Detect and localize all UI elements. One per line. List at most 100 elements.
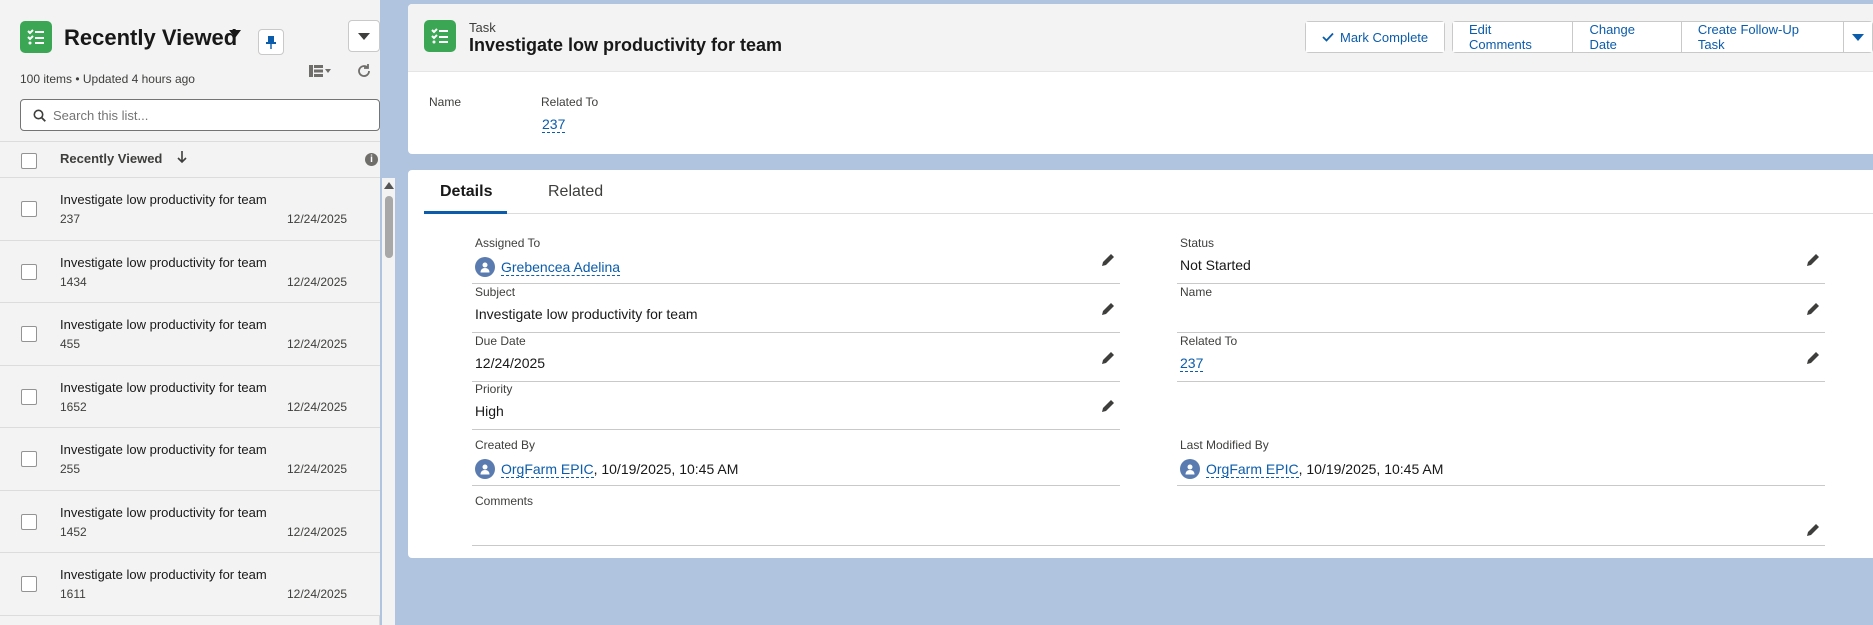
- search-input[interactable]: [53, 100, 373, 130]
- active-tab-indicator: [424, 211, 507, 214]
- field-value: Not Started: [1180, 257, 1251, 273]
- mark-complete-label: Mark Complete: [1340, 29, 1429, 45]
- row-title[interactable]: Investigate low productivity for team: [60, 317, 267, 332]
- row-checkbox[interactable]: [21, 201, 37, 217]
- scroll-up-arrow-icon[interactable]: [384, 182, 394, 189]
- table-view-icon: [309, 65, 323, 77]
- field-comments: Comments: [472, 494, 1825, 546]
- highlight-related-link[interactable]: 237: [542, 116, 566, 133]
- row-title[interactable]: Investigate low productivity for team: [60, 255, 267, 270]
- row-title[interactable]: Investigate low productivity for team: [60, 567, 267, 582]
- field-label: Last Modified By: [1180, 438, 1269, 452]
- change-date-button[interactable]: Change Date: [1573, 22, 1682, 52]
- created-by-timestamp: , 10/19/2025, 10:45 AM: [593, 461, 739, 477]
- refresh-icon[interactable]: [356, 63, 372, 79]
- field-label: Created By: [475, 438, 536, 452]
- row-title[interactable]: Investigate low productivity for team: [60, 192, 267, 207]
- row-checkbox[interactable]: [21, 263, 37, 280]
- edit-pencil-icon[interactable]: [1805, 350, 1821, 366]
- field-label: Due Date: [475, 334, 526, 348]
- field-assigned-to: Assigned To Grebencea Adelina: [472, 236, 1120, 284]
- row-date: 12/24/2025: [287, 524, 348, 539]
- row-number: 1652: [60, 399, 87, 414]
- row-checkbox[interactable]: [21, 326, 37, 342]
- list-item[interactable]: Investigate low productivity for team 45…: [0, 303, 380, 366]
- record-detail-card: Details Related Assigned To Grebencea Ad…: [408, 170, 1873, 558]
- edit-pencil-icon[interactable]: [1805, 252, 1821, 268]
- edit-pencil-icon[interactable]: [1805, 301, 1821, 317]
- field-name: Name: [1177, 285, 1825, 333]
- list-scrollbar[interactable]: [382, 178, 395, 625]
- record-header: Task Investigate low productivity for te…: [408, 4, 1873, 154]
- row-title[interactable]: Investigate low productivity for team: [60, 380, 267, 395]
- field-created-by: Created By OrgFarm EPIC, 10/19/2025, 10:…: [472, 438, 1120, 486]
- list-item[interactable]: Investigate low productivity for team 14…: [0, 240, 380, 303]
- column-header-label[interactable]: Recently Viewed: [60, 151, 162, 166]
- chevron-down-icon: [325, 69, 331, 73]
- row-number: 1452: [60, 524, 87, 539]
- list-item[interactable]: Investigate low productivity for team 16…: [0, 553, 380, 616]
- row-title[interactable]: Investigate low productivity for team: [60, 505, 267, 520]
- edit-pencil-icon[interactable]: [1100, 252, 1116, 268]
- create-follow-up-task-button[interactable]: Create Follow-Up Task: [1681, 22, 1844, 52]
- field-label: Name: [1180, 285, 1213, 299]
- field-label: Priority: [475, 382, 513, 396]
- row-date: 12/24/2025: [287, 337, 348, 351]
- list-item[interactable]: Investigate low productivity for team 16…: [0, 365, 380, 428]
- sort-arrow-icon[interactable]: [176, 150, 188, 164]
- edit-pencil-icon[interactable]: [1100, 398, 1116, 414]
- avatar: [475, 257, 495, 277]
- assigned-to-link[interactable]: Grebencea Adelina: [501, 259, 621, 276]
- created-by-link[interactable]: OrgFarm EPIC: [501, 461, 594, 478]
- info-icon[interactable]: i: [365, 153, 378, 166]
- mark-complete-button[interactable]: Mark Complete: [1306, 22, 1445, 52]
- row-title[interactable]: Investigate low productivity for team: [60, 442, 267, 457]
- row-checkbox[interactable]: [21, 388, 37, 405]
- list-view-title[interactable]: Recently Viewed: [64, 25, 237, 51]
- list-actions-button[interactable]: [348, 20, 380, 52]
- list-item[interactable]: Investigate low productivity for team 23…: [0, 178, 380, 241]
- last-modified-by-link[interactable]: OrgFarm EPIC: [1206, 461, 1299, 478]
- chevron-down-icon: [358, 32, 370, 40]
- field-label: Related To: [1180, 334, 1238, 348]
- related-to-link[interactable]: 237: [1180, 355, 1204, 372]
- tab-related[interactable]: Related: [548, 183, 603, 201]
- row-date: 12/24/2025: [287, 462, 348, 476]
- edit-comments-button[interactable]: Edit Comments: [1453, 22, 1574, 52]
- row-checkbox[interactable]: [21, 451, 37, 467]
- edit-pencil-icon[interactable]: [1100, 350, 1116, 366]
- display-as-button[interactable]: [309, 65, 331, 77]
- list-item[interactable]: Investigate low productivity for team 14…: [0, 490, 380, 553]
- row-date: 12/24/2025: [287, 587, 348, 601]
- list-item[interactable]: Investigate low productivity for team 25…: [0, 428, 380, 491]
- list-meta: 100 items • Updated 4 hours ago: [20, 72, 195, 86]
- field-label: Assigned To: [475, 236, 541, 250]
- record-type: Task: [469, 20, 496, 35]
- row-checkbox[interactable]: [21, 576, 37, 592]
- list-view-header: Recently Viewed 100 items • Updated 4 ho…: [0, 0, 380, 142]
- row-checkbox[interactable]: [21, 513, 37, 530]
- edit-pencil-icon[interactable]: [1805, 522, 1821, 538]
- search-box: [20, 99, 380, 131]
- field-last-modified-by: Last Modified By OrgFarm EPIC, 10/19/202…: [1177, 438, 1825, 486]
- chevron-down-icon[interactable]: [229, 30, 241, 38]
- field-label: Status: [1180, 236, 1215, 250]
- field-status: Status Not Started: [1177, 236, 1825, 284]
- field-label: Subject: [475, 285, 516, 299]
- list-view-panel: Recently Viewed 100 items • Updated 4 ho…: [0, 0, 380, 625]
- pin-icon: [266, 36, 276, 49]
- scrollbar-thumb[interactable]: [385, 196, 393, 258]
- pin-button[interactable]: [258, 29, 284, 55]
- row-number: 237: [60, 212, 81, 226]
- row-date: 12/24/2025: [287, 212, 348, 226]
- edit-pencil-icon[interactable]: [1100, 301, 1116, 317]
- tab-bar: Details Related: [424, 170, 1873, 214]
- row-number: 1611: [60, 587, 86, 601]
- task-list-icon: [20, 21, 52, 53]
- tab-details[interactable]: Details: [440, 183, 492, 201]
- field-value: 12/24/2025: [475, 355, 546, 371]
- select-all-checkbox[interactable]: [21, 153, 37, 169]
- more-actions-button[interactable]: [1844, 22, 1872, 52]
- highlight-related-label: Related To: [541, 95, 599, 109]
- mark-complete-group: Mark Complete: [1305, 21, 1446, 53]
